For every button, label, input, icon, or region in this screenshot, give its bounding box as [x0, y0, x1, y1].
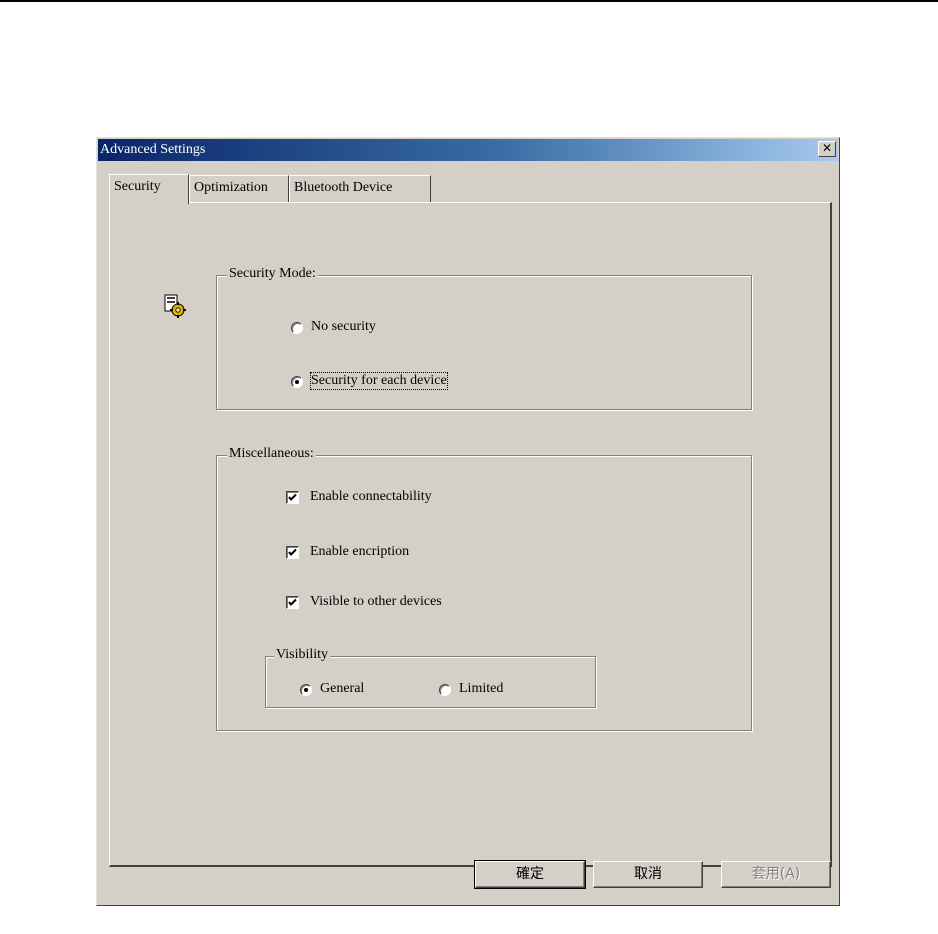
security-mode-legend: Security Mode: [227, 266, 318, 282]
security-tab-panel: Security Mode: No security Security for … [109, 202, 832, 867]
checkbox-enable-encription-label: Enable encription [310, 544, 410, 559]
tab-optimization[interactable]: Optimization [189, 175, 289, 202]
radio-general-label: General [320, 681, 365, 696]
checkmark-icon [288, 548, 297, 556]
apply-button-label: 套用(A) [751, 866, 801, 882]
radio-limited[interactable]: Limited [439, 681, 539, 699]
checkbox-visible-to-other-devices-box[interactable] [286, 596, 299, 609]
tab-bluetooth-device-label: Bluetooth Device [294, 180, 393, 195]
cancel-button-label: 取消 [634, 866, 662, 882]
checkmark-icon [288, 598, 297, 606]
miscellaneous-group: Miscellaneous: Enable connectability Ena… [216, 446, 752, 731]
ok-button[interactable]: 確定 [474, 860, 586, 889]
radio-security-each-device-button[interactable] [291, 376, 303, 388]
checkbox-enable-connectability[interactable]: Enable connectability [286, 489, 506, 507]
radio-limited-button[interactable] [439, 684, 451, 696]
checkbox-enable-encription[interactable]: Enable encription [286, 544, 506, 562]
close-icon: ✕ [821, 141, 833, 155]
apply-button[interactable]: 套用(A) [721, 861, 831, 888]
radio-limited-label: Limited [459, 681, 504, 696]
checkbox-enable-encription-box[interactable] [286, 546, 299, 559]
title-bar[interactable]: Advanced Settings ✕ [98, 139, 838, 161]
ok-button-label: 確定 [516, 866, 544, 882]
radio-no-security-button[interactable] [291, 322, 303, 334]
window-title: Advanced Settings [100, 142, 206, 157]
radio-security-each-device[interactable]: Security for each device [291, 372, 531, 391]
radio-no-security-label: No security [311, 319, 376, 334]
checkbox-enable-connectability-box[interactable] [286, 491, 299, 504]
tab-bluetooth-device[interactable]: Bluetooth Device [289, 175, 431, 202]
radio-general-button[interactable] [300, 684, 312, 696]
checkmark-icon [288, 493, 297, 501]
tab-security-label: Security [114, 179, 161, 194]
page-top-rule [0, 0, 938, 2]
settings-gear-icon [164, 294, 186, 318]
tab-optimization-label: Optimization [194, 180, 268, 195]
radio-security-each-device-label: Security for each device [310, 372, 448, 390]
security-mode-group: Security Mode: No security Security for … [216, 266, 752, 410]
advanced-settings-dialog: Advanced Settings ✕ Security Optimizatio… [96, 137, 840, 906]
radio-no-security[interactable]: No security [291, 319, 491, 337]
radio-general[interactable]: General [300, 681, 400, 699]
checkbox-enable-connectability-label: Enable connectability [310, 489, 432, 504]
miscellaneous-legend: Miscellaneous: [227, 446, 316, 462]
visibility-legend: Visibility [274, 647, 331, 663]
visibility-group: Visibility General Limited [265, 647, 596, 708]
checkbox-visible-to-other-devices-label: Visible to other devices [310, 594, 442, 609]
close-button[interactable]: ✕ [818, 141, 836, 157]
cancel-button[interactable]: 取消 [593, 861, 703, 888]
checkbox-visible-to-other-devices[interactable]: Visible to other devices [286, 594, 506, 612]
tab-security[interactable]: Security [109, 174, 189, 204]
